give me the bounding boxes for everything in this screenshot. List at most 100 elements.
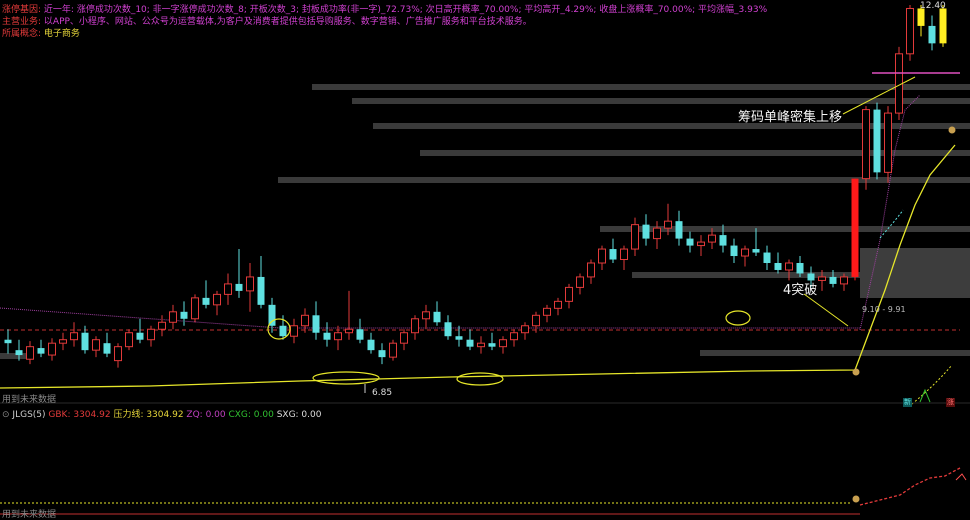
header-text: 近一年: 涨停成功次数_10; 非一字涨停成功次数_8; 开板次数_3; 封板成… bbox=[43, 5, 768, 15]
rise-marker-box: 涨 bbox=[946, 398, 955, 407]
top-price-label: 12.40 bbox=[920, 1, 946, 11]
candle-body-down bbox=[433, 311, 441, 323]
candle-body-up bbox=[125, 332, 133, 348]
candle-body-down bbox=[268, 304, 276, 326]
candle-body-up bbox=[345, 328, 353, 334]
header-label: 主营业务: bbox=[2, 17, 42, 27]
candle-body-up bbox=[543, 307, 551, 316]
candle-body-up bbox=[510, 332, 518, 341]
candle-body-down bbox=[202, 297, 210, 305]
candle-body-up bbox=[631, 224, 639, 250]
breakout-annotation: 4突破 bbox=[783, 283, 818, 298]
indicator-value: CXG: 0.00 bbox=[228, 410, 277, 420]
candle-body-up bbox=[741, 248, 749, 257]
candle-body-up bbox=[422, 311, 430, 320]
candle-body-up bbox=[114, 346, 122, 362]
candle-body-down bbox=[928, 25, 936, 44]
indicator-value: ZQ: 0.00 bbox=[186, 410, 229, 420]
candle-body-up bbox=[48, 342, 56, 356]
candle-body-down bbox=[730, 245, 738, 257]
candle-body-up bbox=[26, 346, 34, 360]
candle-body-up bbox=[554, 300, 562, 309]
candle-body-down bbox=[829, 276, 837, 284]
candle-body-up bbox=[169, 311, 177, 323]
candle-body-down bbox=[796, 263, 804, 274]
indicator-future-data-hint: 用到未来数据 bbox=[2, 510, 57, 520]
money-bag-icon bbox=[852, 495, 860, 503]
candle-body-up bbox=[785, 262, 793, 271]
future-data-hint: 用到未来数据 bbox=[2, 395, 57, 405]
candle-body-down bbox=[675, 221, 683, 239]
candle-body-down bbox=[686, 238, 694, 246]
candle-body-down bbox=[323, 332, 331, 340]
candle-body-up bbox=[499, 339, 507, 348]
candle-body-up bbox=[147, 328, 155, 341]
candle-body-down bbox=[609, 249, 617, 260]
candle-body-down bbox=[312, 315, 320, 333]
header-concept: 所属概念: 电子商务 bbox=[2, 28, 80, 40]
candle-body-up bbox=[521, 325, 529, 334]
candle-body-down bbox=[455, 336, 463, 340]
candle-body-down bbox=[15, 350, 23, 356]
candle-body-up bbox=[862, 109, 870, 180]
new-marker-box: 新 bbox=[903, 398, 912, 407]
candle-body-up bbox=[587, 262, 595, 278]
candle-body-up bbox=[301, 314, 309, 327]
candle-body-up bbox=[884, 112, 892, 173]
candle-body-up bbox=[158, 321, 166, 330]
candle-body-up bbox=[708, 234, 716, 243]
candle-body-up bbox=[59, 339, 67, 344]
candle-body-down bbox=[81, 332, 89, 351]
indicator-name[interactable]: JLGS(5) bbox=[12, 410, 45, 420]
candle-body-down bbox=[356, 329, 364, 340]
indicator-value: 压力线: 3304.92 bbox=[113, 410, 187, 420]
candle-body-up bbox=[92, 339, 100, 351]
candle-body-up bbox=[818, 276, 826, 281]
candle-body-up bbox=[400, 332, 408, 344]
candle-body-up bbox=[532, 314, 540, 327]
candle-body-down bbox=[378, 350, 386, 358]
candle-body-highlight bbox=[917, 8, 925, 26]
header-main-business: 主营业务: 以APP、小程序、网站、公众号为运营载体,为客户及消费者提供包括导购… bbox=[2, 16, 532, 28]
candle-body-up bbox=[334, 332, 342, 341]
candle-body-up bbox=[664, 220, 672, 229]
indicator-toggle-icon[interactable]: ⊙ bbox=[2, 410, 10, 420]
stock-kline-chart[interactable] bbox=[0, 0, 970, 519]
candle-body-up bbox=[653, 227, 661, 240]
indicator-value: GBK: 3304.92 bbox=[48, 410, 114, 420]
candle-body-down bbox=[279, 325, 287, 337]
indicator-header: ⊙ JLGS(5) GBK: 3304.92 压力线: 3304.92 ZQ: … bbox=[2, 409, 321, 421]
candle-body-up bbox=[411, 318, 419, 334]
header-label: 所属概念: bbox=[2, 29, 42, 39]
money-bag-icon bbox=[852, 368, 860, 376]
candle-body-down bbox=[136, 332, 144, 340]
candle-body-up bbox=[620, 248, 628, 261]
candle-body-up bbox=[389, 342, 397, 358]
candle-body-up bbox=[213, 293, 221, 306]
candle-body-up bbox=[598, 248, 606, 264]
candle-body-down bbox=[774, 263, 782, 270]
candle-body-highlight bbox=[851, 178, 859, 277]
candle-body-up bbox=[576, 276, 584, 288]
header-text: 以APP、小程序、网站、公众号为运营载体,为客户及消费者提供包括导购服务、数字营… bbox=[43, 17, 532, 27]
candle-body-highlight bbox=[939, 8, 947, 44]
candle-body-down bbox=[642, 224, 650, 239]
candle-body-up bbox=[906, 7, 914, 55]
candle-body-up bbox=[246, 276, 254, 292]
candle-body-down bbox=[257, 276, 265, 305]
mid-price-label: 9.10 - 9.91 bbox=[862, 305, 906, 314]
header-limit-up-gene: 涨停基因: 近一年: 涨停成功次数_10; 非一字涨停成功次数_8; 开板次数_… bbox=[2, 4, 767, 16]
candle-body-up bbox=[565, 286, 573, 302]
low-price-label: 6.85 bbox=[372, 388, 393, 398]
money-bag-icon bbox=[948, 126, 956, 134]
candle-body-up bbox=[697, 241, 705, 247]
header-text: 电子商务 bbox=[43, 29, 80, 39]
candle-body-down bbox=[37, 348, 45, 354]
candle-body-up bbox=[477, 342, 485, 348]
candle-body-down bbox=[103, 343, 111, 354]
candle-body-down bbox=[367, 339, 375, 351]
candle-body-up bbox=[224, 283, 232, 295]
chip-shift-annotation: 筹码单峰密集上移 bbox=[738, 110, 843, 125]
candle-body-down bbox=[488, 343, 496, 347]
candle-body-up bbox=[290, 325, 298, 337]
